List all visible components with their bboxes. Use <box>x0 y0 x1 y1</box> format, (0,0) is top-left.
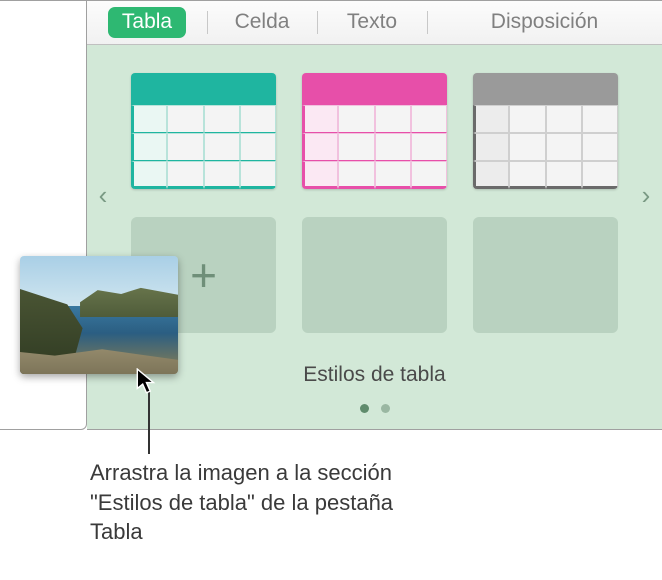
carousel-next-button[interactable]: › <box>634 175 658 215</box>
table-style-gray[interactable] <box>473 73 618 189</box>
table-thumbnail-icon <box>473 73 618 189</box>
tab-tabla-label: Tabla <box>108 7 186 38</box>
carousel-prev-button[interactable]: ‹ <box>91 175 115 215</box>
empty-style-slot <box>473 217 618 333</box>
page-dot-2[interactable] <box>381 404 390 413</box>
callout-text: Arrastra la imagen a la sección "Estilos… <box>90 458 450 547</box>
chevron-left-icon: ‹ <box>99 180 108 211</box>
table-thumbnail-icon <box>131 73 276 189</box>
tab-disposicion[interactable]: Disposición <box>427 1 662 44</box>
page-dot-1[interactable] <box>360 404 369 413</box>
empty-style-slot <box>302 217 447 333</box>
table-style-teal[interactable] <box>131 73 276 189</box>
dragged-image-thumbnail[interactable] <box>20 256 178 374</box>
tab-texto[interactable]: Texto <box>317 1 427 44</box>
table-styles-grid: + <box>131 73 618 333</box>
callout-leader-line <box>148 392 150 454</box>
carousel-page-dots <box>87 404 662 413</box>
inspector-tabs: Tabla Celda Texto Disposición <box>87 1 662 45</box>
tab-tabla[interactable]: Tabla <box>87 1 207 44</box>
chevron-right-icon: › <box>642 180 651 211</box>
tab-celda[interactable]: Celda <box>207 1 317 44</box>
table-style-magenta[interactable] <box>302 73 447 189</box>
tab-texto-label: Texto <box>333 7 411 38</box>
tab-celda-label: Celda <box>221 7 304 38</box>
tab-disposicion-label: Disposición <box>477 7 612 38</box>
table-thumbnail-icon <box>302 73 447 189</box>
